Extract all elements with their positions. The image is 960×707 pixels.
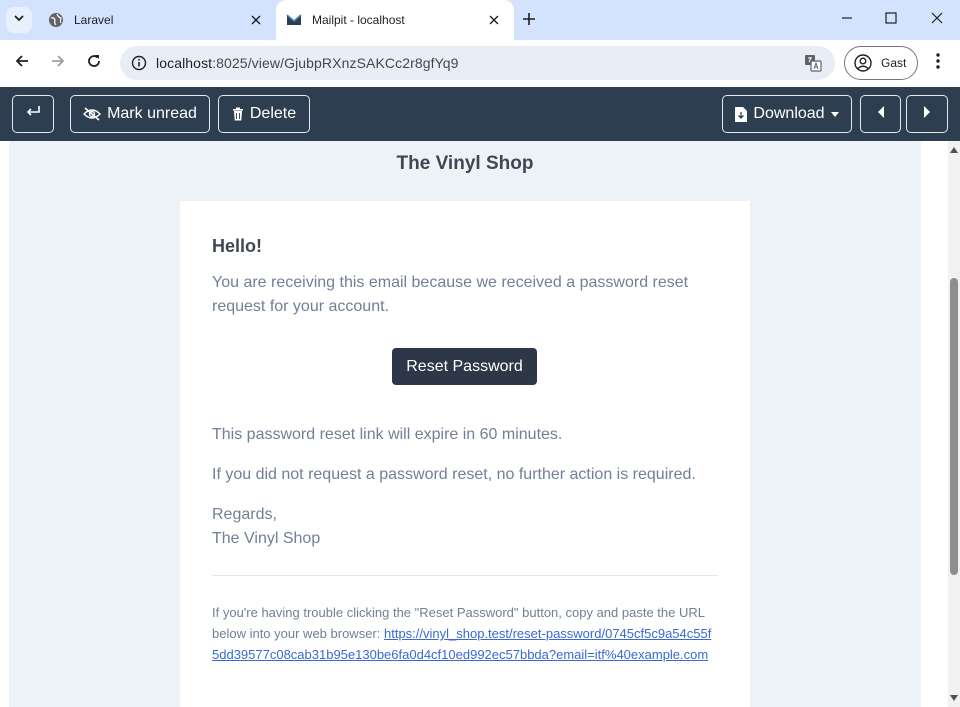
reset-password-button[interactable]: Reset Password <box>392 348 537 385</box>
browser-menu-button[interactable] <box>926 49 950 77</box>
eye-slash-icon <box>83 107 102 121</box>
reload-button[interactable] <box>80 49 108 77</box>
tab-strip: Laravel Mailpit - localhost <box>0 0 960 40</box>
email-greeting: Hello! <box>212 236 263 256</box>
close-tab-icon[interactable] <box>484 10 504 30</box>
scrollbar-thumb[interactable] <box>950 278 958 575</box>
email-divider <box>212 575 718 576</box>
caret-left-icon <box>877 105 885 123</box>
close-icon <box>931 11 943 29</box>
browser-toolbar: localhost:8025/view/GjubpRXnzSAKCc2r8gfY… <box>0 40 960 87</box>
minimize-icon <box>841 11 853 29</box>
mark-unread-label: Mark unread <box>107 105 197 122</box>
more-vert-icon <box>936 52 940 74</box>
vertical-scrollbar[interactable] <box>948 141 960 707</box>
tab-mailpit[interactable]: Mailpit - localhost <box>276 0 514 40</box>
new-tab-button[interactable] <box>518 10 540 32</box>
trash-icon <box>232 107 244 121</box>
preview-margin <box>0 141 9 707</box>
return-arrow-icon <box>25 105 41 124</box>
back-button[interactable] <box>8 49 36 77</box>
caret-down-icon <box>830 111 839 117</box>
email-subcopy: If you're having trouble clicking the "R… <box>212 602 718 665</box>
tab-laravel[interactable]: Laravel <box>38 0 276 40</box>
delete-button[interactable]: Delete <box>218 95 310 133</box>
close-tab-icon[interactable] <box>246 10 266 30</box>
arrow-left-icon <box>14 53 30 74</box>
account-circle-icon <box>853 53 873 73</box>
email-preview[interactable]: The Vinyl Shop Hello! You are receiving … <box>0 141 948 707</box>
reload-icon <box>86 53 102 74</box>
email-regards: Regards, <box>212 506 277 523</box>
email-expire-text: This password reset link will expire in … <box>212 426 563 443</box>
back-to-inbox-button[interactable] <box>12 95 54 133</box>
mark-unread-button[interactable]: Mark unread <box>70 95 210 133</box>
profile-button[interactable]: Gast <box>844 46 918 80</box>
forward-button[interactable] <box>44 49 72 77</box>
maximize-icon <box>885 11 897 29</box>
url-path: :8025/view/GjubpRXnzSAKCc2r8gfYq9 <box>212 55 459 71</box>
download-label: Download <box>753 105 825 122</box>
delete-label: Delete <box>249 105 297 122</box>
scroll-down-arrow-icon[interactable] <box>950 693 958 703</box>
address-bar[interactable]: localhost:8025/view/GjubpRXnzSAKCc2r8gfY… <box>120 46 835 80</box>
mailpit-icon <box>286 12 302 28</box>
file-download-icon <box>735 106 748 122</box>
email-body-card: Hello! You are receiving this email beca… <box>180 201 750 707</box>
preview-margin <box>921 141 948 707</box>
tab-search-button[interactable] <box>6 7 32 33</box>
site-info-icon[interactable] <box>122 46 156 80</box>
previous-message-button[interactable] <box>860 95 901 133</box>
email-signature: The Vinyl Shop <box>212 530 321 547</box>
chevron-down-icon <box>13 11 25 29</box>
close-window-button[interactable] <box>914 0 960 40</box>
url-text: localhost:8025/view/GjubpRXnzSAKCc2r8gfY… <box>156 55 459 71</box>
minimize-button[interactable] <box>824 0 870 40</box>
next-message-button[interactable] <box>906 95 948 133</box>
mailpit-navbar: Mark unread Delete Download <box>0 87 960 141</box>
email-intro-text: You are receiving this email because we … <box>212 274 689 315</box>
maximize-button[interactable] <box>868 0 914 40</box>
email-no-action-text: If you did not request a password reset,… <box>212 466 696 483</box>
profile-label: Gast <box>881 56 907 70</box>
url-host: localhost <box>156 55 213 71</box>
tab-title: Laravel <box>74 13 114 27</box>
globe-icon <box>48 12 64 28</box>
email-brand-header[interactable]: The Vinyl Shop <box>9 153 921 175</box>
download-dropdown-button[interactable]: Download <box>722 95 852 133</box>
plus-icon <box>522 12 536 31</box>
arrow-right-icon <box>50 53 66 74</box>
scroll-up-arrow-icon[interactable] <box>950 145 958 155</box>
caret-right-icon <box>923 105 931 123</box>
tab-title: Mailpit - localhost <box>312 13 405 27</box>
translate-icon[interactable] <box>803 53 823 73</box>
